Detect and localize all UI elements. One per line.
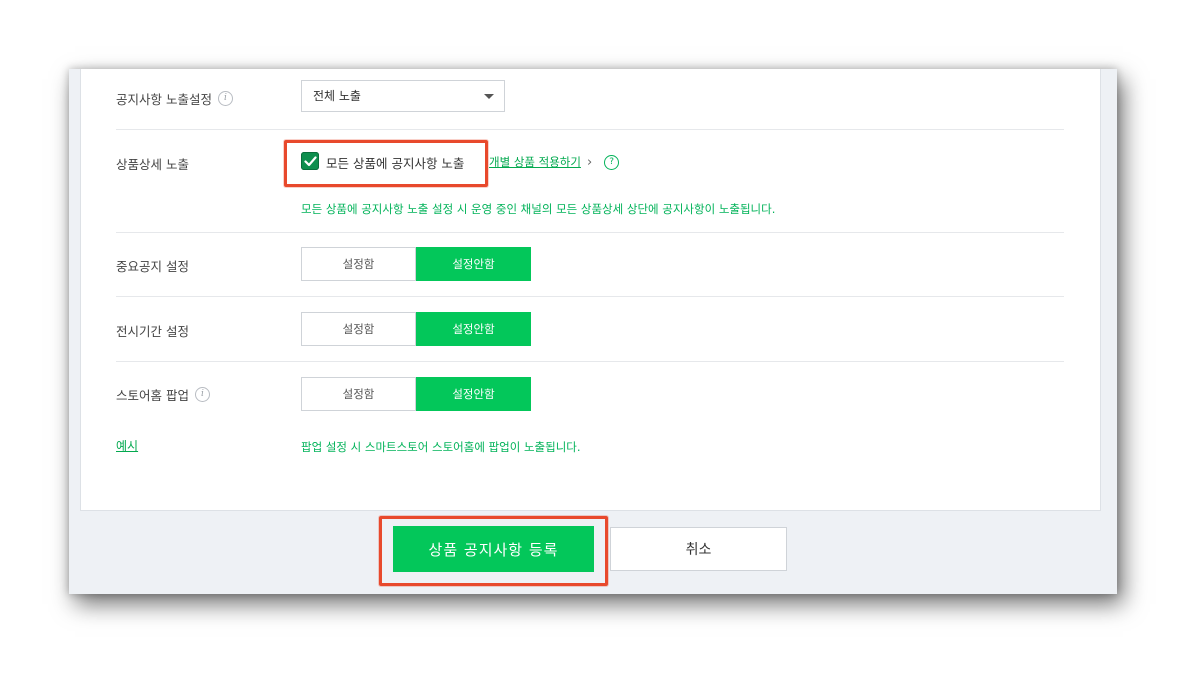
notice-exposure-label-group: 공지사항 노출설정 i	[116, 89, 233, 108]
row-product-detail: 상품상세 노출 모든 상품에 공지사항 노출 설정 시 운영 중인 채널의 모든…	[116, 129, 1064, 233]
chevron-down-icon	[484, 94, 494, 99]
info-icon[interactable]: i	[217, 91, 233, 106]
notice-exposure-select-value: 전체 노출	[313, 89, 361, 103]
important-notice-label: 중요공지 설정	[116, 259, 189, 274]
notice-exposure-label: 공지사항 노출설정	[116, 92, 212, 107]
display-period-option-off[interactable]: 설정안함	[416, 312, 531, 346]
product-detail-note: 모든 상품에 공지사항 노출 설정 시 운영 중인 채널의 모든 상품상세 상단…	[301, 202, 776, 216]
store-popup-option-on[interactable]: 설정함	[301, 377, 416, 411]
store-popup-note: 팝업 설정 시 스마트스토어 스토어홈에 팝업이 노출됩니다.	[301, 440, 581, 454]
example-link[interactable]: 예시	[116, 437, 138, 454]
cancel-button[interactable]: 취소	[610, 527, 787, 571]
store-popup-label-group: 스토어홈 팝업 i	[116, 385, 210, 404]
store-popup-label: 스토어홈 팝업	[116, 388, 189, 403]
highlight-register-box	[379, 516, 608, 586]
row-notice-exposure: 공지사항 노출설정 i 전체 노출	[116, 69, 1064, 130]
settings-window: 공지사항 노출설정 i 전체 노출 상품상세 노출 모든 상품에 공지사항 노출…	[69, 69, 1117, 594]
important-notice-option-on[interactable]: 설정함	[301, 247, 416, 281]
help-icon[interactable]: ?	[604, 154, 620, 170]
store-popup-toggle: 설정함 설정안함	[301, 377, 531, 411]
info-icon[interactable]: i	[194, 387, 210, 402]
notice-exposure-select[interactable]: 전체 노출	[301, 80, 505, 112]
chevron-right-icon: ›	[586, 154, 593, 170]
individual-apply-link[interactable]: 개별 상품 적용하기	[489, 154, 581, 170]
display-period-label: 전시기간 설정	[116, 324, 189, 339]
display-period-option-on[interactable]: 설정함	[301, 312, 416, 346]
important-notice-option-off[interactable]: 설정안함	[416, 247, 531, 281]
individual-apply-group: 개별 상품 적용하기 › ?	[489, 154, 620, 170]
row-important-notice: 중요공지 설정 설정함 설정안함	[116, 232, 1064, 297]
display-period-toggle: 설정함 설정안함	[301, 312, 531, 346]
row-display-period: 전시기간 설정 설정함 설정안함	[116, 296, 1064, 362]
product-detail-label: 상품상세 노출	[116, 157, 189, 172]
important-notice-toggle: 설정함 설정안함	[301, 247, 531, 281]
store-popup-option-off[interactable]: 설정안함	[416, 377, 531, 411]
highlight-checkbox-box	[284, 140, 488, 187]
settings-card: 공지사항 노출설정 i 전체 노출 상품상세 노출 모든 상품에 공지사항 노출…	[80, 69, 1101, 511]
row-store-popup: 스토어홈 팝업 i 설정함 설정안함 예시 팝업 설정 시 스마트스토어 스토어…	[116, 361, 1064, 510]
